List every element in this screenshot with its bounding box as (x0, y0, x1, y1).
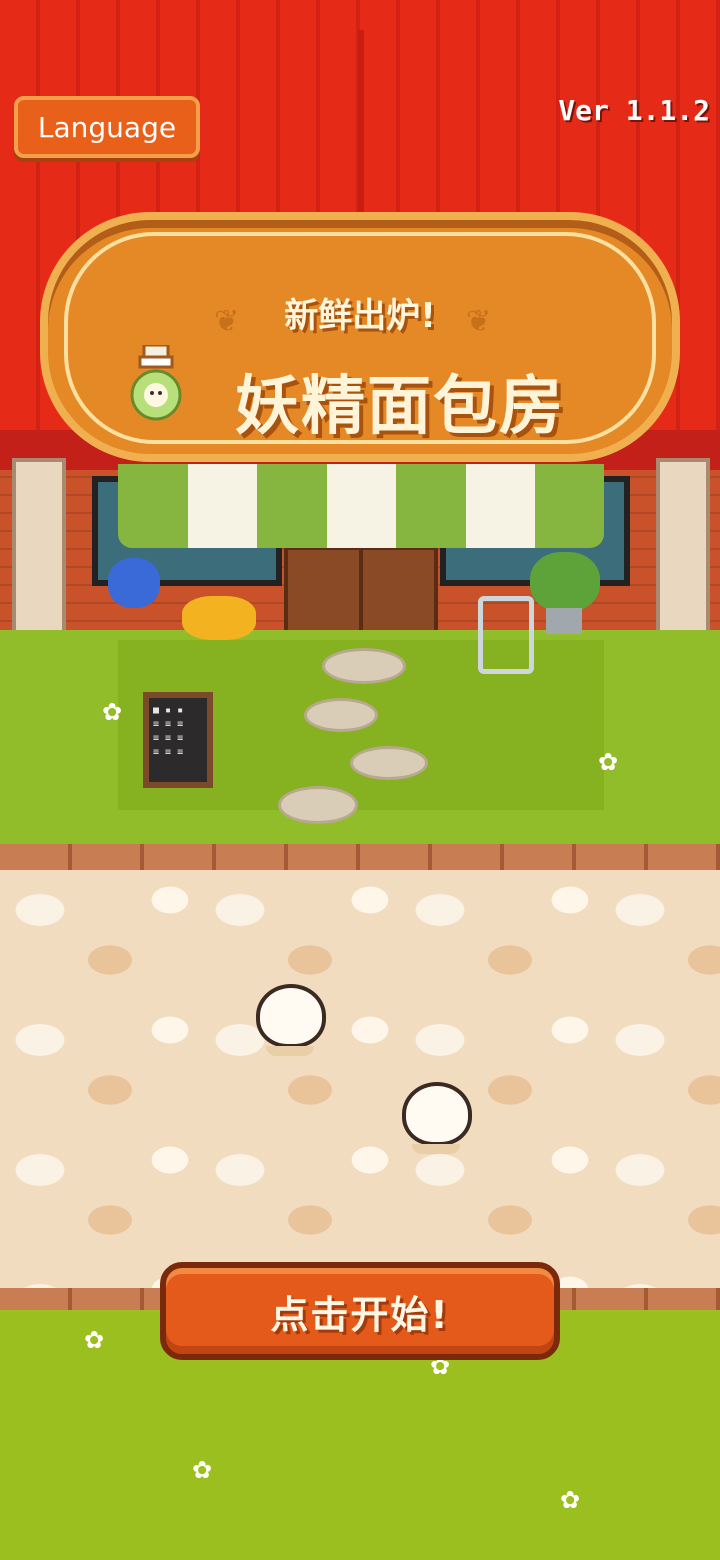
bread-fairy-character (402, 1082, 472, 1146)
version-label: Ver 1.1.2 (558, 94, 710, 127)
bread-fairy-character (256, 984, 326, 1048)
daisy-icon: ✿ (598, 748, 619, 776)
blue-flowers (108, 558, 160, 608)
menu-chalkboard: ■ ▪ ▪ ≡ ≡ ≡ ≡ ≡ ≡ ≡ ≡ ≡ (143, 692, 213, 788)
daisy-icon: ✿ (192, 1456, 213, 1484)
stepping-stone (304, 698, 378, 732)
stepping-stone (322, 648, 406, 684)
striped-awning (118, 464, 604, 548)
start-button[interactable]: 点击开始! (160, 1262, 560, 1360)
stepping-stone (350, 746, 428, 780)
stepping-stone (278, 786, 358, 824)
daisy-icon: ✿ (84, 1326, 105, 1354)
bread-fairy-feet (266, 1046, 314, 1056)
brick-curb-top (0, 844, 720, 870)
yellow-flowers (182, 596, 256, 640)
sign-title: 妖精面包房 (235, 370, 565, 444)
menu-board-text: ■ ▪ ▪ ≡ ≡ ≡ ≡ ≡ ≡ ≡ ≡ ≡ (153, 705, 184, 758)
language-button[interactable]: Language (14, 96, 200, 158)
fairy-jar-icon (130, 345, 182, 421)
potted-plant (530, 552, 600, 612)
garden-chair (478, 596, 534, 674)
daisy-icon: ✿ (102, 698, 123, 726)
daisy-icon: ✿ (560, 1486, 581, 1514)
door-divider (359, 546, 363, 636)
bread-fairy-feet (412, 1144, 460, 1154)
cobblestone-street (0, 870, 720, 1290)
sign-subtitle: 新鲜出炉! (284, 296, 436, 336)
plant-pot (546, 608, 582, 634)
